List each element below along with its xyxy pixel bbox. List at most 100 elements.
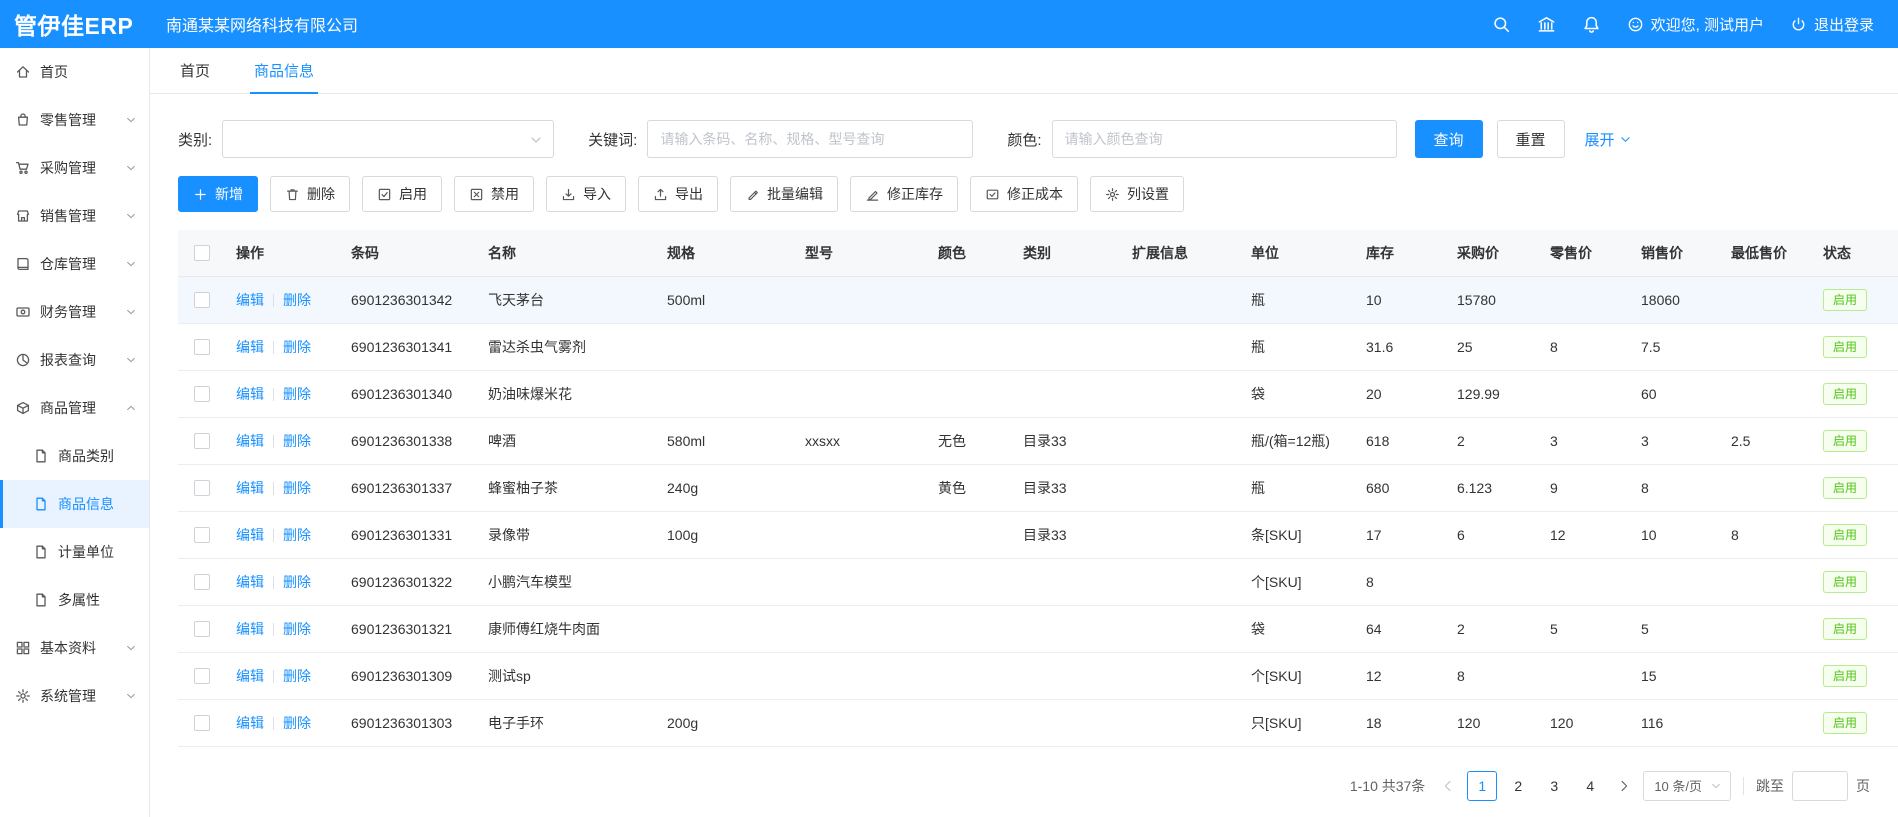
- user-welcome[interactable]: 欢迎您, 测试用户: [1627, 14, 1764, 35]
- edit-link[interactable]: 编辑: [236, 386, 264, 402]
- chevron-down-icon: [125, 642, 137, 654]
- basic-icon: [15, 640, 31, 656]
- export-button[interactable]: 导出: [638, 176, 718, 212]
- enable-button[interactable]: 启用: [362, 176, 442, 212]
- row-checkbox[interactable]: [194, 621, 210, 637]
- row-checkbox[interactable]: [194, 480, 210, 496]
- cell-min-price: [1721, 464, 1813, 511]
- sidebar-item-sales[interactable]: 销售管理: [0, 192, 149, 240]
- logout-button[interactable]: 退出登录: [1790, 14, 1874, 35]
- sidebar-item-system[interactable]: 系统管理: [0, 672, 149, 720]
- cell-purchase-price: 6.123: [1447, 464, 1540, 511]
- sidebar-item-report[interactable]: 报表查询: [0, 336, 149, 384]
- delete-button[interactable]: 删除: [270, 176, 350, 212]
- delete-link[interactable]: 删除: [283, 433, 311, 449]
- page-list: 1234: [1467, 771, 1605, 801]
- company-name: 南通某某网络科技有限公司: [166, 12, 358, 36]
- status-badge: 启用: [1823, 430, 1867, 452]
- sidebar-item-product-category[interactable]: 商品类别: [0, 432, 149, 480]
- cell-spec: [657, 605, 795, 652]
- top-header: 管伊佳ERP 南通某某网络科技有限公司 欢迎您, 测试用户 退出登录: [0, 0, 1898, 48]
- system-icon: [15, 688, 31, 704]
- disable-button[interactable]: 禁用: [454, 176, 534, 212]
- cell-category: 目录33: [1013, 511, 1122, 558]
- batch-edit-button[interactable]: 批量编辑: [730, 176, 838, 212]
- delete-link[interactable]: 删除: [283, 292, 311, 308]
- page-number-1[interactable]: 1: [1467, 771, 1497, 801]
- delete-link[interactable]: 删除: [283, 574, 311, 590]
- sidebar-item-purchase[interactable]: 采购管理: [0, 144, 149, 192]
- pagination: 1-10 共37条 1234 10 条/页 跳至 页: [178, 771, 1870, 801]
- row-checkbox[interactable]: [194, 574, 210, 590]
- delete-link[interactable]: 删除: [283, 715, 311, 731]
- cell-ext: [1122, 699, 1241, 746]
- cell-min-price: 8: [1721, 511, 1813, 558]
- sidebar-item-finance[interactable]: 财务管理: [0, 288, 149, 336]
- fix-stock-button[interactable]: 修正库存: [850, 176, 958, 212]
- sidebar-item-basic-data[interactable]: 基本资料: [0, 624, 149, 672]
- sidebar-item-multi-attribute[interactable]: 多属性: [0, 576, 149, 624]
- edit-link[interactable]: 编辑: [236, 480, 264, 496]
- delete-link[interactable]: 删除: [283, 527, 311, 543]
- sidebar-item-warehouse[interactable]: 仓库管理: [0, 240, 149, 288]
- keyword-input[interactable]: [647, 120, 973, 158]
- edit-link[interactable]: 编辑: [236, 574, 264, 590]
- column-header: 销售价: [1631, 230, 1721, 276]
- delete-link[interactable]: 删除: [283, 480, 311, 496]
- jump-page-input[interactable]: [1792, 771, 1848, 801]
- edit-link[interactable]: 编辑: [236, 621, 264, 637]
- tab-product-info[interactable]: 商品信息: [254, 48, 314, 93]
- delete-link[interactable]: 删除: [283, 386, 311, 402]
- sidebar-item-retail[interactable]: 零售管理: [0, 96, 149, 144]
- row-checkbox[interactable]: [194, 339, 210, 355]
- chevron-down-icon: [1619, 133, 1632, 146]
- search-icon[interactable]: [1492, 15, 1511, 34]
- row-checkbox[interactable]: [194, 715, 210, 731]
- page-number-2[interactable]: 2: [1503, 771, 1533, 801]
- select-all-checkbox[interactable]: [194, 245, 210, 261]
- row-checkbox[interactable]: [194, 668, 210, 684]
- delete-link[interactable]: 删除: [283, 668, 311, 684]
- column-settings-button[interactable]: 列设置: [1090, 176, 1184, 212]
- cell-status: 启用: [1813, 370, 1898, 417]
- category-select[interactable]: [222, 120, 554, 158]
- edit-link[interactable]: 编辑: [236, 433, 264, 449]
- row-checkbox[interactable]: [194, 386, 210, 402]
- sidebar-item-product[interactable]: 商品管理: [0, 384, 149, 432]
- row-checkbox[interactable]: [194, 292, 210, 308]
- cell-category: [1013, 276, 1122, 323]
- page-size-select[interactable]: 10 条/页: [1643, 771, 1731, 801]
- color-input[interactable]: [1052, 120, 1397, 158]
- next-page-icon[interactable]: [1617, 779, 1631, 793]
- expand-toggle[interactable]: 展开: [1585, 129, 1632, 150]
- cell-category: 目录33: [1013, 417, 1122, 464]
- gear-icon: [1105, 187, 1120, 202]
- edit-link[interactable]: 编辑: [236, 715, 264, 731]
- row-checkbox[interactable]: [194, 433, 210, 449]
- reset-button[interactable]: 重置: [1497, 120, 1565, 158]
- cell-unit: 瓶: [1241, 276, 1356, 323]
- sidebar-item-product-info[interactable]: 商品信息: [0, 480, 149, 528]
- page-number-3[interactable]: 3: [1539, 771, 1569, 801]
- prev-page-icon[interactable]: [1441, 779, 1455, 793]
- cell-unit: 瓶: [1241, 323, 1356, 370]
- edit-link[interactable]: 编辑: [236, 527, 264, 543]
- import-button[interactable]: 导入: [546, 176, 626, 212]
- fix-cost-button[interactable]: 修正成本: [970, 176, 1078, 212]
- edit-link[interactable]: 编辑: [236, 668, 264, 684]
- bank-icon[interactable]: [1537, 15, 1556, 34]
- bell-icon[interactable]: [1582, 15, 1601, 34]
- search-button[interactable]: 查询: [1415, 120, 1483, 158]
- page-number-4[interactable]: 4: [1575, 771, 1605, 801]
- add-button[interactable]: 新增: [178, 176, 258, 212]
- edit-link[interactable]: 编辑: [236, 292, 264, 308]
- delete-link[interactable]: 删除: [283, 621, 311, 637]
- cell-stock: 64: [1356, 605, 1447, 652]
- edit-link[interactable]: 编辑: [236, 339, 264, 355]
- delete-link[interactable]: 删除: [283, 339, 311, 355]
- sidebar-item-home[interactable]: 首页: [0, 48, 149, 96]
- row-checkbox[interactable]: [194, 527, 210, 543]
- tab-home[interactable]: 首页: [180, 48, 210, 93]
- cell-unit: 条[SKU]: [1241, 511, 1356, 558]
- sidebar-item-measure-unit[interactable]: 计量单位: [0, 528, 149, 576]
